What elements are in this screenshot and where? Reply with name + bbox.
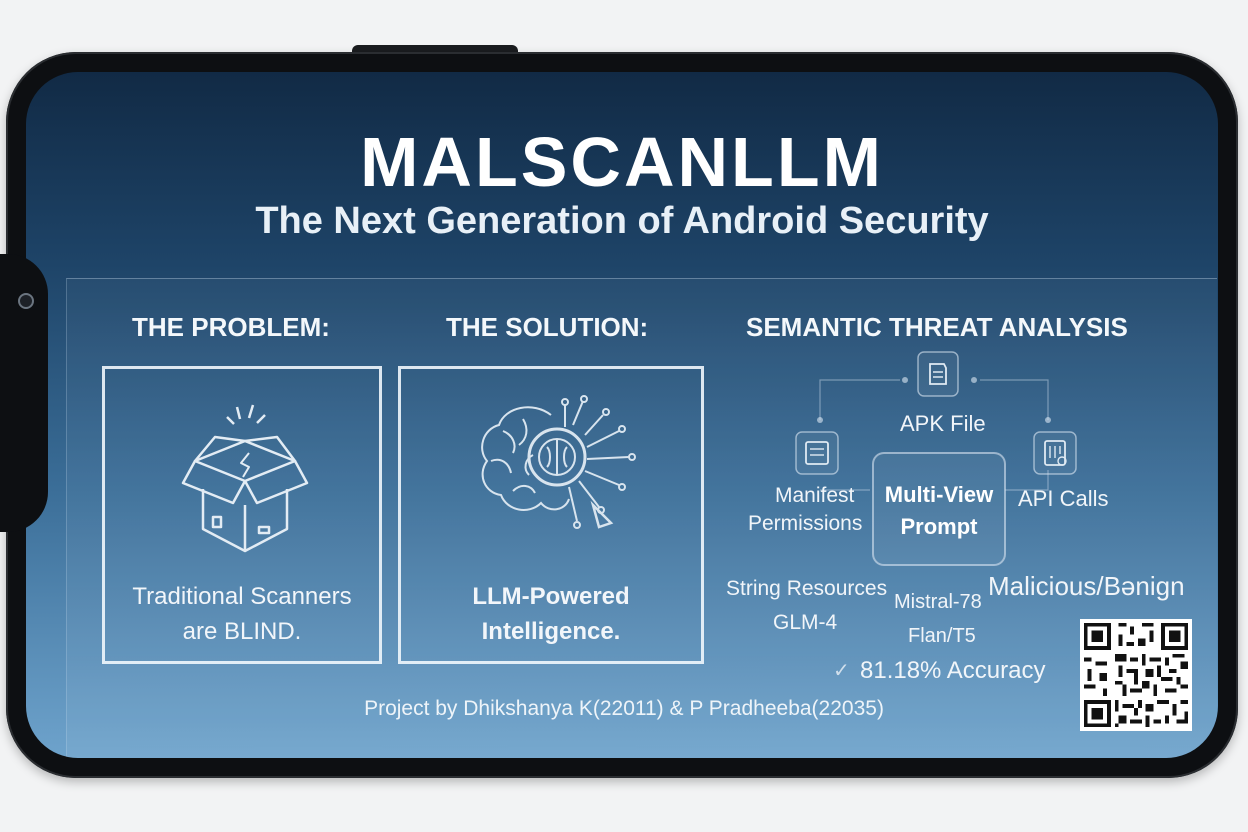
solution-heading: THE SOLUTION: <box>446 312 649 342</box>
glm-label: GLM-4 <box>773 611 838 634</box>
solution-line-2: Intelligence. <box>481 618 621 645</box>
manifest-icon <box>795 431 839 475</box>
brain-circuit-icon <box>481 395 636 529</box>
mistral-label: Mistral-78 <box>894 591 982 613</box>
page-subtitle: The Next Generation of Android Security <box>255 200 989 242</box>
api-calls-label: API Calls <box>1018 486 1109 511</box>
manifest-label-line-2: Permissions <box>748 512 863 535</box>
camera-icon <box>18 293 34 309</box>
prompt-line-2: Prompt <box>900 514 978 539</box>
footer-credits: Project by Dhikshanya K(22011) & P Pradh… <box>364 697 884 720</box>
string-resources-label: String Resources <box>726 577 888 600</box>
problem-heading: THE PROBLEM: <box>132 312 330 342</box>
prompt-line-1: Multi-View <box>884 482 994 507</box>
problem-line-1: Traditional Scanners <box>132 583 352 610</box>
apk-file-label: APK File <box>900 411 986 436</box>
check-icon: ✓ <box>833 660 850 682</box>
problem-card: Traditional Scanners are BLIND. <box>102 366 382 664</box>
page-title: MALSCANLLM <box>360 123 884 201</box>
multi-view-prompt-box: Multi-View Prompt <box>872 452 1006 566</box>
document-icon <box>917 351 959 397</box>
solution-card: LLM-Powered Intelligence. <box>398 366 704 664</box>
broken-box-icon <box>181 404 309 553</box>
flan-label: Flan/T5 <box>908 625 976 647</box>
result-label: Malicious/Bənign <box>988 571 1185 601</box>
solution-line-1: LLM-Powered <box>472 583 630 610</box>
api-icon <box>1033 431 1077 475</box>
analysis-heading: SEMANTIC THREAT ANALYSIS <box>746 312 1128 342</box>
problem-line-2: are BLIND. <box>182 618 302 645</box>
manifest-label-line-1: Manifest <box>775 484 855 507</box>
accuracy-label: 81.18% Accuracy <box>860 657 1046 684</box>
